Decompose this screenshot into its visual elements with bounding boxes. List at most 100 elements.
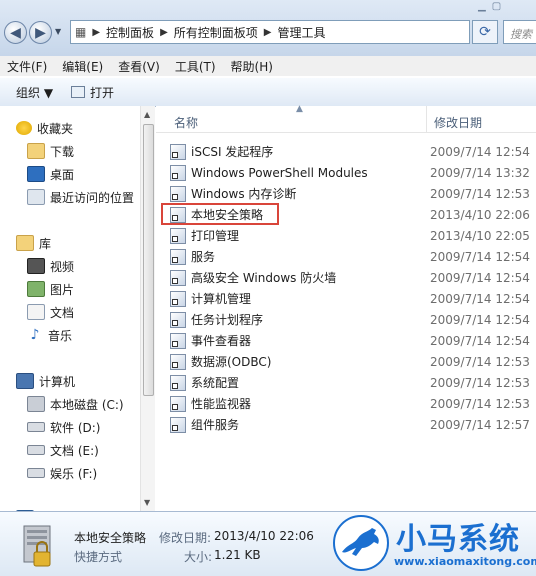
sort-ascending-icon: ▲: [296, 104, 303, 114]
details-modified-value: 2013/4/10 22:06: [214, 529, 314, 543]
nav-item-desktop[interactable]: 桌面: [27, 164, 74, 184]
file-row[interactable]: 打印管理 2013/4/10 22:05: [170, 225, 536, 246]
star-icon: [16, 121, 32, 135]
open-icon: [71, 86, 86, 98]
file-name: 任务计划程序: [191, 313, 264, 327]
breadcrumb-control-panel[interactable]: 控制面板: [106, 24, 154, 41]
nav-item-music[interactable]: ♪ 音乐: [27, 325, 72, 345]
file-row[interactable]: 系统配置 2009/7/14 12:53: [170, 372, 536, 393]
nav-item-label: 音乐: [48, 328, 73, 343]
nav-libraries-label: 库: [39, 236, 52, 251]
file-date: 2009/7/14 12:54: [430, 312, 530, 327]
file-name: Windows PowerShell Modules: [191, 165, 368, 180]
nav-computer[interactable]: 计算机: [16, 371, 75, 391]
search-input[interactable]: 搜索: [503, 20, 536, 44]
nav-scrollbar[interactable]: ▲ ▼: [140, 106, 155, 511]
menu-view[interactable]: 查看(V): [118, 58, 160, 75]
menu-file[interactable]: 文件(F): [7, 58, 47, 75]
details-size-value: 1.21 KB: [214, 548, 261, 562]
file-date: 2009/7/14 12:53: [430, 375, 530, 390]
scroll-up-icon[interactable]: ▲: [144, 110, 150, 119]
desktop-icon: [27, 166, 45, 182]
organize-button[interactable]: 组织 ▼: [16, 84, 53, 101]
shortcut-file-icon: [170, 395, 186, 412]
shortcut-file-icon: [170, 290, 186, 307]
nav-item-drive-e[interactable]: 文档 (E:): [27, 440, 99, 460]
back-button[interactable]: ◀: [4, 21, 27, 44]
breadcrumb-admin-tools[interactable]: 管理工具: [277, 24, 325, 41]
nav-favorites[interactable]: 收藏夹: [16, 118, 73, 138]
file-date: 2009/7/14 12:54: [430, 333, 530, 348]
nav-item-recent[interactable]: 最近访问的位置: [27, 187, 134, 207]
nav-libraries[interactable]: 库: [16, 233, 51, 253]
file-row[interactable]: iSCSI 发起程序 2009/7/14 12:54: [170, 141, 536, 162]
nav-item-label: 下载: [50, 144, 75, 159]
nav-item-documents[interactable]: 文档: [27, 302, 74, 322]
file-date: 2009/7/14 12:54: [430, 270, 530, 285]
file-date: 2009/7/14 12:53: [430, 354, 530, 369]
shortcut-file-icon: [170, 374, 186, 391]
breadcrumb-all-items[interactable]: 所有控制面板项: [174, 24, 258, 41]
recent-pages-chevron-icon[interactable]: ▼: [55, 27, 61, 36]
nav-item-drive-d[interactable]: 软件 (D:): [27, 417, 100, 437]
file-row[interactable]: 服务 2009/7/14 12:54: [170, 246, 536, 267]
file-list: ▲ 名称 修改日期 iSCSI 发起程序 2009/7/14 12:54 Windo…: [156, 104, 536, 511]
address-field[interactable]: ▦ ▶ 控制面板 ▶ 所有控制面板项 ▶ 管理工具: [70, 20, 470, 44]
nav-item-drive-c[interactable]: 本地磁盘 (C:): [27, 394, 124, 414]
nav-favorites-label: 收藏夹: [37, 121, 74, 136]
nav-item-label: 图片: [50, 282, 75, 297]
nav-item-label: 最近访问的位置: [50, 190, 135, 205]
back-arrow-icon: ◀: [10, 24, 21, 41]
file-row[interactable]: 数据源(ODBC) 2009/7/14 12:53: [170, 351, 536, 372]
column-divider[interactable]: [426, 106, 427, 132]
nav-item-pictures[interactable]: 图片: [27, 279, 74, 299]
breadcrumb-separator-icon: ▶: [92, 26, 101, 38]
file-name: 事件查看器: [191, 334, 252, 348]
file-row[interactable]: 高级安全 Windows 防火墙 2009/7/14 12:54: [170, 267, 536, 288]
forward-button[interactable]: ▶: [29, 21, 52, 44]
file-row[interactable]: Windows 内存诊断 2009/7/14 12:53: [170, 183, 536, 204]
shortcut-file-icon: [170, 185, 186, 202]
file-name: 数据源(ODBC): [191, 355, 272, 369]
watermark-url: www.xiaomaxitong.com: [394, 555, 536, 568]
refresh-button[interactable]: ⟳: [472, 20, 498, 44]
column-name[interactable]: 名称: [174, 114, 198, 131]
file-row[interactable]: 性能监视器 2009/7/14 12:53: [170, 393, 536, 414]
file-row[interactable]: 任务计划程序 2009/7/14 12:54: [170, 309, 536, 330]
file-date: 2009/7/14 12:54: [430, 144, 530, 159]
drive-icon: [27, 445, 45, 455]
menu-bar: 文件(F) 编辑(E) 查看(V) 工具(T) 帮助(H): [0, 56, 536, 76]
file-row[interactable]: 组件服务 2009/7/14 12:57: [170, 414, 536, 435]
file-date: 2009/7/14 12:53: [430, 396, 530, 411]
scroll-down-icon[interactable]: ▼: [144, 498, 150, 507]
minimize-icon[interactable]: ▁: [478, 1, 486, 17]
recent-places-icon: [27, 189, 45, 205]
documents-icon: [27, 304, 45, 320]
open-button[interactable]: 打开: [90, 84, 114, 101]
file-row[interactable]: 事件查看器 2009/7/14 12:54: [170, 330, 536, 351]
forward-arrow-icon: ▶: [35, 24, 46, 41]
file-row[interactable]: Windows PowerShell Modules 2009/7/14 13:3…: [170, 162, 536, 183]
menu-tools[interactable]: 工具(T): [175, 58, 216, 75]
maximize-icon[interactable]: ▢: [492, 1, 501, 17]
videos-icon: [27, 258, 45, 274]
nav-item-label: 软件 (D:): [50, 420, 101, 435]
column-date-modified[interactable]: 修改日期: [434, 114, 482, 131]
nav-item-label: 桌面: [50, 167, 75, 182]
horse-logo-icon: [333, 515, 389, 571]
shortcut-file-icon: [170, 227, 186, 244]
nav-item-videos[interactable]: 视频: [27, 256, 74, 276]
scroll-thumb[interactable]: [143, 124, 154, 396]
shortcut-file-icon: [170, 311, 186, 328]
refresh-icon: ⟳: [479, 24, 491, 40]
breadcrumb-separator-icon: ▶: [160, 26, 168, 38]
file-date: 2009/7/14 13:32: [430, 165, 530, 180]
menu-edit[interactable]: 编辑(E): [62, 58, 103, 75]
file-row[interactable]: 计算机管理 2009/7/14 12:54: [170, 288, 536, 309]
nav-item-drive-f[interactable]: 娱乐 (F:): [27, 463, 97, 483]
menu-help[interactable]: 帮助(H): [231, 58, 273, 75]
computer-icon: [16, 373, 34, 389]
security-policy-large-icon: [23, 525, 51, 567]
library-icon: [16, 235, 34, 251]
nav-item-downloads[interactable]: 下载: [27, 141, 74, 161]
